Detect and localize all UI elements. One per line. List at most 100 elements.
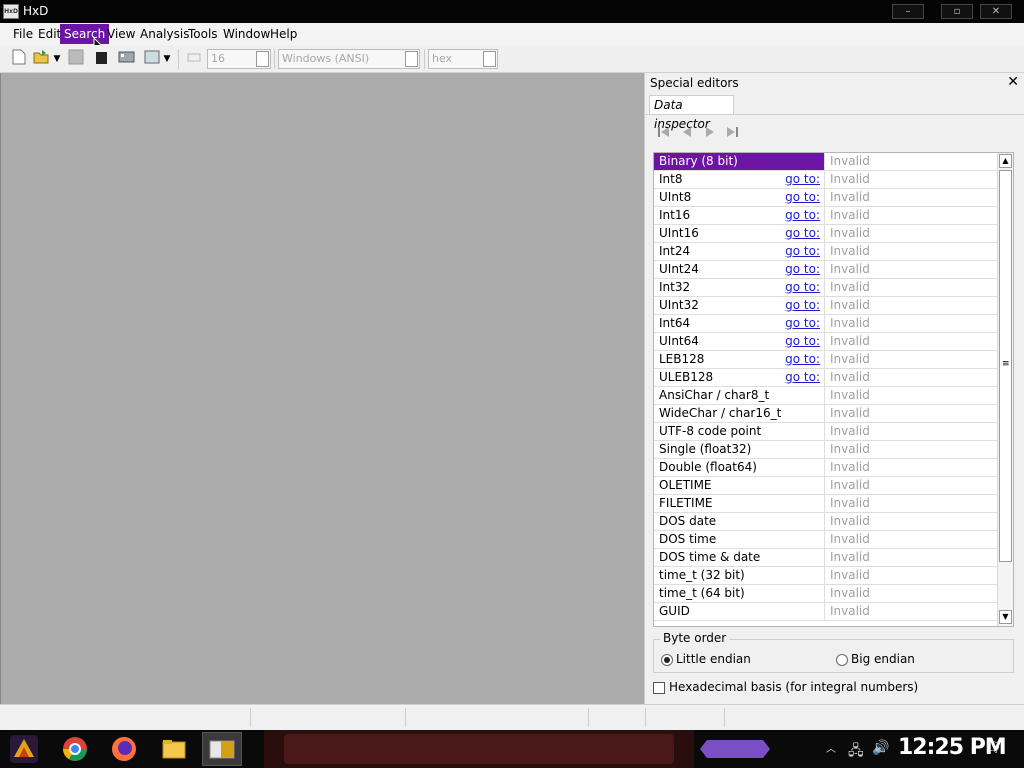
network-icon[interactable]: 🖧 (848, 740, 864, 764)
close-window-button[interactable]: ✕ (980, 4, 1012, 19)
inspector-row[interactable]: Binary (8 bit) Invalid (654, 153, 997, 171)
inspector-row[interactable]: ULEB128 go to: Invalid (654, 369, 997, 387)
first-icon[interactable] (657, 125, 671, 142)
goto-link[interactable]: go to: (785, 333, 820, 350)
scroll-thumb[interactable]: ≡ (999, 170, 1012, 562)
big-endian-radio[interactable] (836, 654, 848, 666)
minimize-button[interactable]: – (892, 4, 924, 19)
last-icon[interactable] (725, 125, 739, 142)
combo-arrow[interactable] (256, 51, 269, 67)
inspector-row[interactable]: Double (float64) Invalid (654, 459, 997, 477)
menu-file[interactable]: File (9, 24, 37, 44)
inspector-value-cell[interactable]: Invalid (826, 423, 997, 440)
inspector-value-cell[interactable]: Invalid (826, 513, 997, 530)
hxd-taskbar-button[interactable] (202, 732, 242, 766)
inspector-row[interactable]: WideChar / char16_t Invalid (654, 405, 997, 423)
scroll-down-icon[interactable]: ▼ (999, 610, 1012, 624)
tray-chevron-icon[interactable]: ︿ (826, 740, 836, 755)
inspector-type-cell[interactable]: time_t (32 bit) (654, 567, 825, 584)
little-endian-radio[interactable] (661, 654, 673, 666)
inspector-type-cell[interactable]: Int24 go to: (654, 243, 825, 260)
inspector-type-cell[interactable]: ULEB128 go to: (654, 369, 825, 386)
inspector-row[interactable]: Int8 go to: Invalid (654, 171, 997, 189)
open-dropdown-arrow-icon[interactable]: ▼ (51, 49, 63, 69)
inspector-value-cell[interactable]: Invalid (826, 603, 997, 620)
inspector-row[interactable]: GUID Invalid (654, 603, 997, 621)
inspector-row[interactable]: Int64 go to: Invalid (654, 315, 997, 333)
inspector-value-cell[interactable]: Invalid (826, 243, 997, 260)
goto-link[interactable]: go to: (785, 315, 820, 332)
file-explorer-icon[interactable] (160, 735, 188, 763)
ram-icon[interactable] (117, 49, 137, 69)
hexadecimal-basis-label[interactable]: Hexadecimal basis (for integral numbers) (669, 680, 918, 694)
inspector-row[interactable]: LEB128 go to: Invalid (654, 351, 997, 369)
inspector-row[interactable]: UInt8 go to: Invalid (654, 189, 997, 207)
inspector-type-cell[interactable]: Single (float32) (654, 441, 825, 458)
inspector-row[interactable]: DOS time & date Invalid (654, 549, 997, 567)
inspector-type-cell[interactable]: OLETIME (654, 477, 825, 494)
inspector-row[interactable]: Int24 go to: Invalid (654, 243, 997, 261)
inspector-value-cell[interactable]: Invalid (826, 171, 997, 188)
inspector-type-cell[interactable]: UInt32 go to: (654, 297, 825, 314)
inspector-type-cell[interactable]: time_t (64 bit) (654, 585, 825, 602)
notifications-icon[interactable]: 🗨 (984, 740, 1002, 756)
menu-help[interactable]: Help (266, 24, 301, 44)
menu-tools[interactable]: Tools (184, 24, 222, 44)
inspector-value-cell[interactable]: Invalid (826, 405, 997, 422)
inspector-row[interactable]: time_t (64 bit) Invalid (654, 585, 997, 603)
inspector-type-cell[interactable]: UInt64 go to: (654, 333, 825, 350)
goto-link[interactable]: go to: (785, 171, 820, 188)
inspector-value-cell[interactable]: Invalid (826, 477, 997, 494)
inspector-row[interactable]: Single (float32) Invalid (654, 441, 997, 459)
inspector-row[interactable]: Int32 go to: Invalid (654, 279, 997, 297)
inspector-value-cell[interactable]: Invalid (826, 549, 997, 566)
inspector-type-cell[interactable]: AnsiChar / char8_t (654, 387, 825, 404)
inspector-value-cell[interactable]: Invalid (826, 207, 997, 224)
inspector-value-cell[interactable]: Invalid (826, 369, 997, 386)
inspector-row[interactable]: UInt16 go to: Invalid (654, 225, 997, 243)
inspector-row[interactable]: UTF-8 code point Invalid (654, 423, 997, 441)
volume-icon[interactable]: 🔊 (872, 740, 889, 756)
inspector-type-cell[interactable]: Int8 go to: (654, 171, 825, 188)
chrome-icon[interactable] (61, 735, 89, 763)
inspector-row[interactable]: UInt24 go to: Invalid (654, 261, 997, 279)
hexadecimal-basis-checkbox[interactable] (653, 682, 665, 694)
goto-link[interactable]: go to: (785, 225, 820, 242)
charset-combo[interactable]: Windows (ANSI) (278, 49, 420, 69)
firefox-icon[interactable] (110, 735, 138, 763)
big-endian-label[interactable]: Big endian (851, 652, 915, 666)
offset-base-combo[interactable]: hex (428, 49, 498, 69)
open-folder-icon[interactable] (32, 49, 52, 69)
inspector-type-cell[interactable]: UInt24 go to: (654, 261, 825, 278)
inspector-value-cell[interactable]: Invalid (826, 441, 997, 458)
inspector-row[interactable]: time_t (32 bit) Invalid (654, 567, 997, 585)
scroll-up-icon[interactable]: ▲ (999, 154, 1012, 168)
goto-link[interactable]: go to: (785, 243, 820, 260)
inspector-value-cell[interactable]: Invalid (826, 459, 997, 476)
inspector-value-cell[interactable]: Invalid (826, 189, 997, 206)
goto-link[interactable]: go to: (785, 297, 820, 314)
inspector-type-cell[interactable]: Int32 go to: (654, 279, 825, 296)
inspector-row[interactable]: DOS date Invalid (654, 513, 997, 531)
previous-icon[interactable] (681, 125, 693, 142)
goto-link[interactable]: go to: (785, 351, 820, 368)
inspector-type-cell[interactable]: WideChar / char16_t (654, 405, 825, 422)
data-inspector-grid[interactable]: GUID Invalid time_t (64 bit) Invalid time_t … (653, 152, 1014, 627)
goto-link[interactable]: go to: (785, 279, 820, 296)
inspector-type-cell[interactable]: DOS time & date (654, 549, 825, 566)
inspector-type-cell[interactable]: UInt8 go to: (654, 189, 825, 206)
inspector-value-cell[interactable]: Invalid (826, 261, 997, 278)
bytes-per-row-combo[interactable]: 16 (207, 49, 271, 69)
close-file-icon[interactable] (91, 49, 111, 69)
maximize-button[interactable]: ▫ (941, 4, 973, 19)
inspector-row[interactable]: DOS time Invalid (654, 531, 997, 549)
save-icon[interactable] (66, 49, 86, 69)
tab-data-inspector[interactable]: Data inspector (649, 95, 734, 131)
inspector-value-cell[interactable]: Invalid (826, 333, 997, 350)
inspector-type-cell[interactable]: GUID (654, 603, 825, 620)
start-button-icon[interactable] (10, 735, 38, 763)
editor-workspace[interactable] (0, 73, 644, 704)
inspector-row[interactable]: AnsiChar / char8_t Invalid (654, 387, 997, 405)
inspector-type-cell[interactable]: Int64 go to: (654, 315, 825, 332)
hxd-app-icon[interactable]: HxD (3, 4, 19, 19)
